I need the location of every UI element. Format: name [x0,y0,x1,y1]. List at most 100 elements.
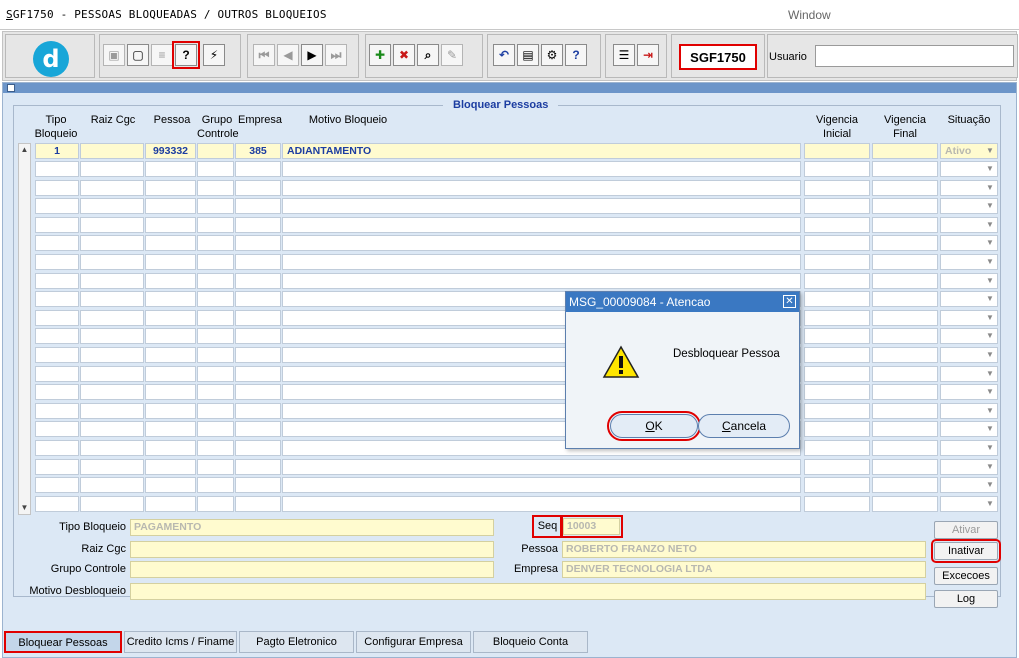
window-menu[interactable]: Window [788,8,831,22]
chevron-down-icon[interactable]: ▼ [984,461,996,473]
grid-cell[interactable] [145,384,196,401]
grid-cell[interactable] [197,179,234,196]
grid-cell[interactable] [145,328,196,345]
tab-bloqueio-conta[interactable]: Bloqueio Conta [473,631,588,653]
grid-cell[interactable] [872,254,938,270]
grid-cell[interactable] [804,495,870,512]
grid-cell[interactable] [235,440,281,456]
grid-cell[interactable] [804,384,870,401]
grid-cell[interactable] [145,402,196,419]
grid-cell[interactable] [235,179,281,196]
grid-cell[interactable] [872,495,938,512]
motivo-desbloqueio-field[interactable] [130,583,926,600]
grid-cell[interactable] [872,179,938,196]
grid-cell[interactable] [235,421,281,438]
grid-cell[interactable] [145,254,196,270]
grid-cell[interactable]: ▼ [940,421,998,438]
grid-cell[interactable] [197,384,234,401]
grid-cell[interactable]: ▼ [940,440,998,456]
grid-cell[interactable] [35,291,79,308]
grid-cell[interactable] [872,235,938,252]
grid-cell[interactable] [804,421,870,438]
grid-cell[interactable] [80,365,144,382]
grid-cell[interactable] [235,477,281,494]
grid-cell[interactable] [80,272,144,289]
grid-cell[interactable]: ▼ [940,235,998,252]
search-record-button[interactable]: ⌕ [417,44,439,66]
cell-pessoa[interactable]: 993332 [145,143,196,159]
grid-cell[interactable] [145,365,196,382]
grid-cell[interactable] [235,309,281,326]
grid-cell[interactable]: ▼ [940,161,998,177]
grid-cell[interactable] [35,421,79,438]
grid-cell[interactable] [35,309,79,326]
grid-cell[interactable] [197,291,234,308]
execute-query-button[interactable]: ⚡ [203,44,225,66]
grid-cell[interactable]: ▼ [940,495,998,512]
last-record-button[interactable]: ⏭ [325,44,347,66]
grid-cell[interactable] [872,328,938,345]
grid-cell[interactable] [804,328,870,345]
grid-cell[interactable]: ▼ [940,309,998,326]
scroll-down-icon[interactable]: ▼ [19,502,30,514]
grid-cell[interactable] [145,198,196,215]
grid-cell[interactable]: ▼ [940,477,998,494]
grid-cell[interactable] [80,402,144,419]
grid-cell[interactable]: ▼ [940,291,998,308]
grid-cell[interactable] [872,458,938,475]
grid-cell[interactable] [80,328,144,345]
grid-cell[interactable] [80,384,144,401]
grid-cell[interactable] [197,347,234,363]
first-record-button[interactable]: ⏮ [253,44,275,66]
grid-cell[interactable] [282,272,801,289]
grid-cell[interactable] [197,161,234,177]
raiz-cgc-field[interactable] [130,541,494,558]
chevron-down-icon[interactable]: ▼ [984,256,996,268]
close-icon[interactable]: ✕ [783,295,796,308]
grid-cell[interactable] [197,421,234,438]
grid-cell[interactable] [35,328,79,345]
grid-cell[interactable] [282,254,801,270]
grid-cell[interactable] [804,272,870,289]
grid-cell[interactable] [235,458,281,475]
grid-cell[interactable] [872,421,938,438]
user-field[interactable] [815,45,1014,67]
grid-cell[interactable] [804,309,870,326]
chevron-down-icon[interactable]: ▼ [984,349,996,361]
grid-cell[interactable] [282,235,801,252]
insert-record-button[interactable]: ✚ [369,44,391,66]
grid-cell[interactable] [35,402,79,419]
print-preview-button[interactable]: ▢ [127,44,149,66]
cell-empresa[interactable]: 385 [235,143,281,159]
chevron-down-icon[interactable]: ▼ [984,219,996,231]
tools-button[interactable]: ⚙ [541,44,563,66]
tab-pagto-eletronico[interactable]: Pagto Eletronico [239,631,354,653]
grid-cell[interactable] [804,347,870,363]
grid-cell[interactable] [145,179,196,196]
chevron-down-icon[interactable]: ▼ [984,200,996,212]
chevron-down-icon[interactable]: ▼ [984,330,996,342]
cell-grupo-controle[interactable] [197,143,234,159]
chevron-down-icon[interactable]: ▼ [984,312,996,324]
grid-cell[interactable] [197,198,234,215]
grid-cell[interactable] [35,198,79,215]
grid-cell[interactable] [197,458,234,475]
grid-cell[interactable]: ▼ [940,272,998,289]
grid-cell[interactable] [80,161,144,177]
menu-button[interactable]: ☰ [613,44,635,66]
pessoa-field[interactable]: ROBERTO FRANZO NETO [562,541,926,558]
tab-credito-icms-finame[interactable]: Credito Icms / Finame [124,631,237,653]
grid-cell[interactable] [35,365,79,382]
grid-cell[interactable] [145,347,196,363]
grid-cell[interactable] [145,309,196,326]
grid-cell[interactable] [872,365,938,382]
grid-cell[interactable] [197,309,234,326]
grid-cell[interactable] [282,161,801,177]
grid-cell[interactable] [145,272,196,289]
chevron-down-icon[interactable]: ▼ [984,237,996,249]
grid-cell[interactable] [80,235,144,252]
grid-cell[interactable] [197,402,234,419]
grid-cell[interactable] [197,495,234,512]
next-record-button[interactable]: ▶ [301,44,323,66]
chevron-down-icon[interactable]: ▼ [984,368,996,380]
